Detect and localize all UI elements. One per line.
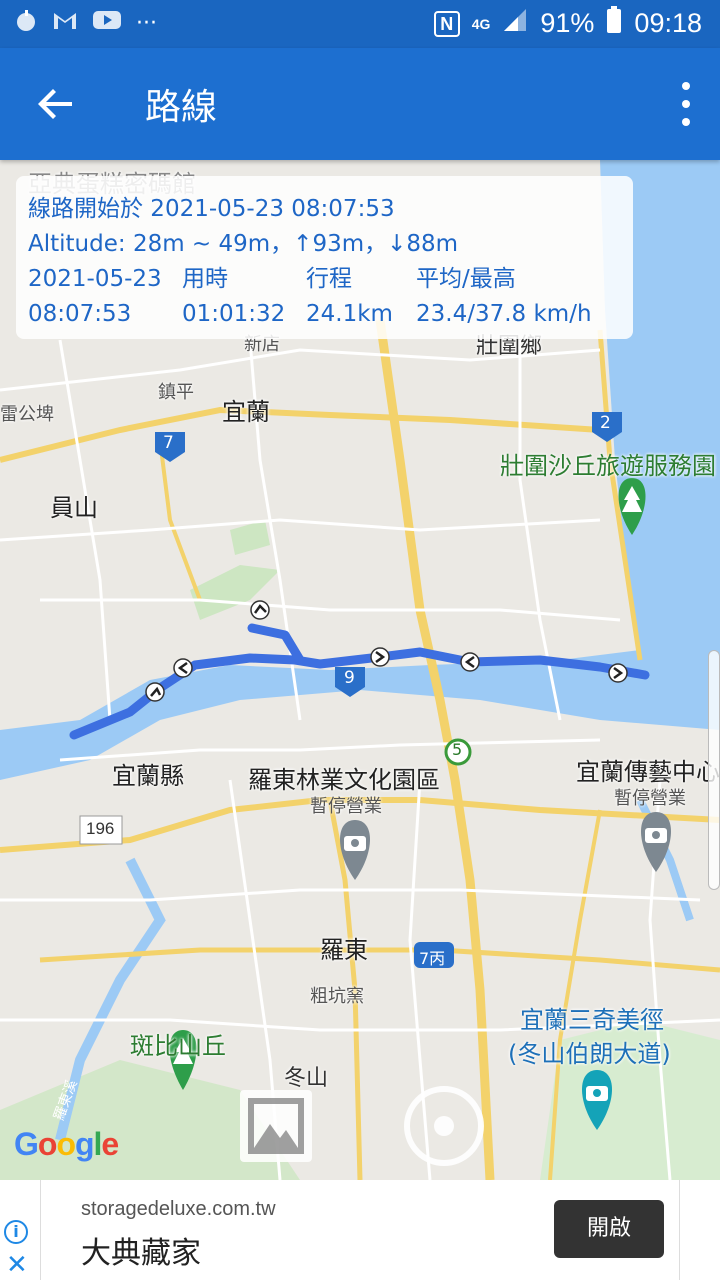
speed-value: 23.4/37.8 km/h bbox=[416, 301, 592, 327]
arrow-back-icon[interactable] bbox=[30, 78, 82, 130]
place-label: 員山 bbox=[50, 494, 98, 522]
ad-title: 大典藏家 bbox=[81, 1236, 201, 1271]
route-info-panel: 線路開始於 2021-05-23 08:07:53 Altitude: 28m … bbox=[16, 176, 633, 339]
distance-value: 24.1km bbox=[306, 301, 393, 327]
clock: 09:18 bbox=[634, 8, 702, 38]
image-icon bbox=[248, 1098, 304, 1154]
youtube-icon bbox=[92, 9, 122, 37]
more-vert-icon[interactable] bbox=[678, 82, 694, 126]
place-label: 鎮平 bbox=[158, 382, 194, 403]
page-title: 路線 bbox=[145, 87, 218, 128]
road-label: 2 bbox=[600, 413, 611, 433]
route-stats-header: 2021-05-23 用時 行程 平均/最高 bbox=[28, 262, 621, 297]
distance-label: 行程 bbox=[306, 266, 352, 292]
ad-card[interactable]: storagedeluxe.com.tw 大典藏家 開啟 bbox=[40, 1180, 680, 1280]
route-altitude: Altitude: 28m ~ 49m，↑93m，↓88m bbox=[28, 231, 459, 257]
road-label: 196 bbox=[86, 819, 115, 838]
poi-status: 暫停營業 bbox=[310, 796, 382, 817]
location-dot-icon bbox=[434, 1116, 454, 1136]
poi-label: 壯圍沙丘旅遊服務園 bbox=[500, 452, 716, 480]
signal-icon bbox=[502, 7, 528, 40]
place-label: 粗坑窯 bbox=[310, 986, 364, 1007]
place-label: 宜蘭縣 bbox=[112, 762, 184, 790]
route-time: 08:07:53 bbox=[28, 301, 132, 327]
photo-button[interactable] bbox=[240, 1090, 312, 1162]
poi-label: 羅東林業文化園區 bbox=[248, 766, 440, 794]
road-label: 5 bbox=[452, 740, 463, 759]
gmail-icon bbox=[52, 9, 78, 37]
place-label: 羅東 bbox=[320, 936, 368, 964]
duration-value: 01:01:32 bbox=[182, 301, 286, 327]
ad-close-icon[interactable]: ✕ bbox=[6, 1250, 28, 1280]
battery-percent: 91% bbox=[540, 8, 595, 38]
ad-banner[interactable]: i ✕ storagedeluxe.com.tw 大典藏家 開啟 bbox=[0, 1180, 720, 1280]
my-location-button[interactable] bbox=[404, 1086, 484, 1166]
route-date: 2021-05-23 bbox=[28, 266, 162, 292]
poi-label: 斑比山丘 bbox=[130, 1032, 226, 1060]
poi-status: 暫停營業 bbox=[614, 788, 686, 809]
road-label: 7 bbox=[163, 433, 174, 453]
poi-label: (冬山伯朗大道) bbox=[508, 1040, 671, 1068]
network-label: 4G bbox=[471, 15, 491, 32]
road-label: 9 bbox=[344, 668, 355, 688]
poi-label: 宜蘭三奇美徑 bbox=[520, 1006, 664, 1034]
poi-label: 宜蘭傳藝中心 bbox=[576, 758, 720, 786]
google-logo: Google bbox=[14, 1126, 119, 1162]
ad-info-icon[interactable]: i bbox=[4, 1220, 28, 1244]
road-label: 7丙 bbox=[419, 949, 446, 968]
more-icon: ··· bbox=[136, 10, 157, 36]
duration-label: 用時 bbox=[182, 266, 228, 292]
battery-icon bbox=[606, 6, 622, 41]
place-label: 宜蘭 bbox=[222, 398, 270, 426]
status-bar: ··· N 4G 91% 09:18 bbox=[0, 0, 720, 48]
app-icon bbox=[14, 8, 38, 38]
map-edge-handle[interactable] bbox=[708, 650, 720, 890]
speed-label: 平均/最高 bbox=[416, 266, 516, 292]
ad-url: storagedeluxe.com.tw bbox=[81, 1198, 276, 1220]
app-bar: 路線 bbox=[0, 48, 720, 160]
route-stats-values: 08:07:53 01:01:32 24.1km 23.4/37.8 km/h bbox=[28, 297, 621, 332]
place-label: 冬山 bbox=[284, 1066, 329, 1091]
ad-open-button[interactable]: 開啟 bbox=[554, 1200, 664, 1258]
place-label: 雷公埤 bbox=[0, 404, 54, 425]
route-start: 線路開始於 2021-05-23 08:07:53 bbox=[28, 196, 395, 222]
nfc-icon: N bbox=[433, 10, 460, 37]
